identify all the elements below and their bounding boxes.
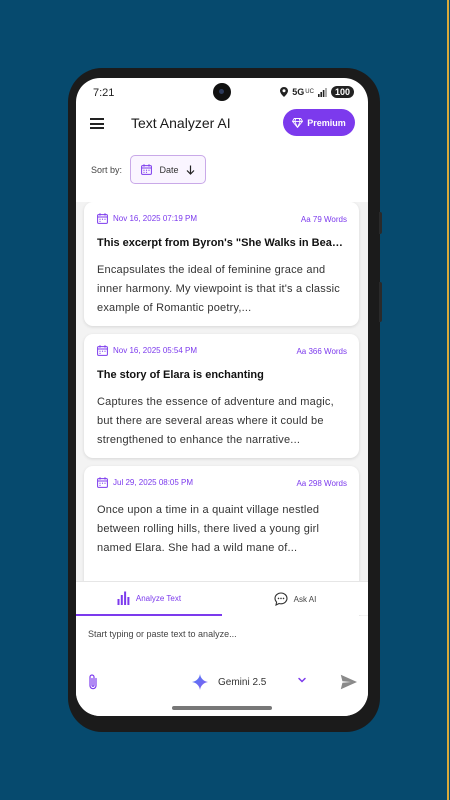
calendar-icon <box>141 164 153 175</box>
gemini-sparkle-icon <box>192 674 208 690</box>
premium-label: Premium <box>307 117 346 128</box>
tab-ask-ai-label: Ask AI <box>293 594 317 604</box>
signal-icon <box>317 87 327 97</box>
location-icon <box>280 87 289 97</box>
card-word-count: Aa 366 Words <box>296 347 347 356</box>
card-title: This excerpt from Byron's "She Walks in … <box>97 237 349 249</box>
tab-ask-ai[interactable]: Ask AI <box>222 582 368 616</box>
battery-indicator: 100 <box>330 86 354 98</box>
card-date-text: Nov 16, 2025 05:54 PM <box>113 346 198 355</box>
front-camera <box>213 83 231 101</box>
analyze-text-input[interactable] <box>88 629 356 639</box>
card-date: Jul 29, 2025 08:05 PM <box>97 477 193 488</box>
background-edge-line <box>447 0 449 800</box>
premium-button[interactable]: Premium <box>283 109 355 136</box>
volume-button <box>379 282 382 322</box>
status-indicators: 5G UC 100 <box>280 86 354 98</box>
app-bar: Text Analyzer AI Premium <box>76 108 368 142</box>
card-date-text: Jul 29, 2025 08:05 PM <box>113 478 194 487</box>
calendar-icon <box>97 213 108 224</box>
card-word-count: Aa 79 Words <box>300 215 347 224</box>
app-title: Text Analyzer AI <box>131 115 231 131</box>
sort-label: Sort by: <box>91 165 123 175</box>
network-subtype: UC <box>305 89 314 95</box>
calendar-icon <box>97 345 108 356</box>
analysis-card[interactable]: Jul 29, 2025 08:05 PM Aa 298 Words Once … <box>84 466 359 590</box>
chevron-down-icon[interactable] <box>297 676 307 684</box>
tab-analyze-text[interactable]: Analyze Text <box>76 582 222 616</box>
sort-date-button[interactable]: Date <box>130 155 206 184</box>
analysis-card[interactable]: Nov 16, 2025 05:54 PM Aa 366 Words The s… <box>84 334 359 458</box>
app-screen: 7:21 5G UC 100 Text Analyzer AI Premium … <box>76 78 368 716</box>
send-icon[interactable] <box>340 674 358 690</box>
card-title: The story of Elara is enchanting <box>97 369 264 381</box>
status-time: 7:21 <box>93 87 115 99</box>
chat-bubble-icon <box>274 592 288 606</box>
card-body: Encapsulates the ideal of feminine grace… <box>97 264 340 314</box>
home-indicator <box>172 706 272 710</box>
hamburger-menu-icon[interactable] <box>90 118 104 129</box>
arrow-down-icon <box>186 165 194 175</box>
tab-bar: Analyze Text Ask AI <box>76 581 368 616</box>
input-area: Gemini 2.5 <box>76 616 368 716</box>
status-bar: 7:21 5G UC 100 <box>76 78 368 106</box>
calendar-icon <box>97 477 108 488</box>
card-word-count: Aa 298 Words <box>296 479 347 488</box>
diamond-icon <box>292 117 304 128</box>
model-name: Gemini 2.5 <box>218 676 267 688</box>
bar-chart-icon <box>117 591 130 605</box>
power-button <box>379 212 382 234</box>
sort-value: Date <box>159 164 179 175</box>
card-date: Nov 16, 2025 07:19 PM <box>97 213 197 224</box>
card-date: Nov 16, 2025 05:54 PM <box>97 345 197 356</box>
sort-row: Sort by: Date <box>76 155 368 185</box>
card-body: Once upon a time in a quaint village nes… <box>97 504 320 554</box>
card-date-text: Nov 16, 2025 07:19 PM <box>113 214 198 223</box>
tab-analyze-text-label: Analyze Text <box>135 593 182 603</box>
card-body: Captures the essence of adventure and ma… <box>97 396 334 446</box>
paperclip-icon[interactable] <box>87 673 99 691</box>
network-type: 5G <box>292 87 305 97</box>
model-selector[interactable]: Gemini 2.5 <box>192 674 266 690</box>
analysis-card[interactable]: Nov 16, 2025 07:19 PM Aa 79 Words This e… <box>84 202 359 326</box>
